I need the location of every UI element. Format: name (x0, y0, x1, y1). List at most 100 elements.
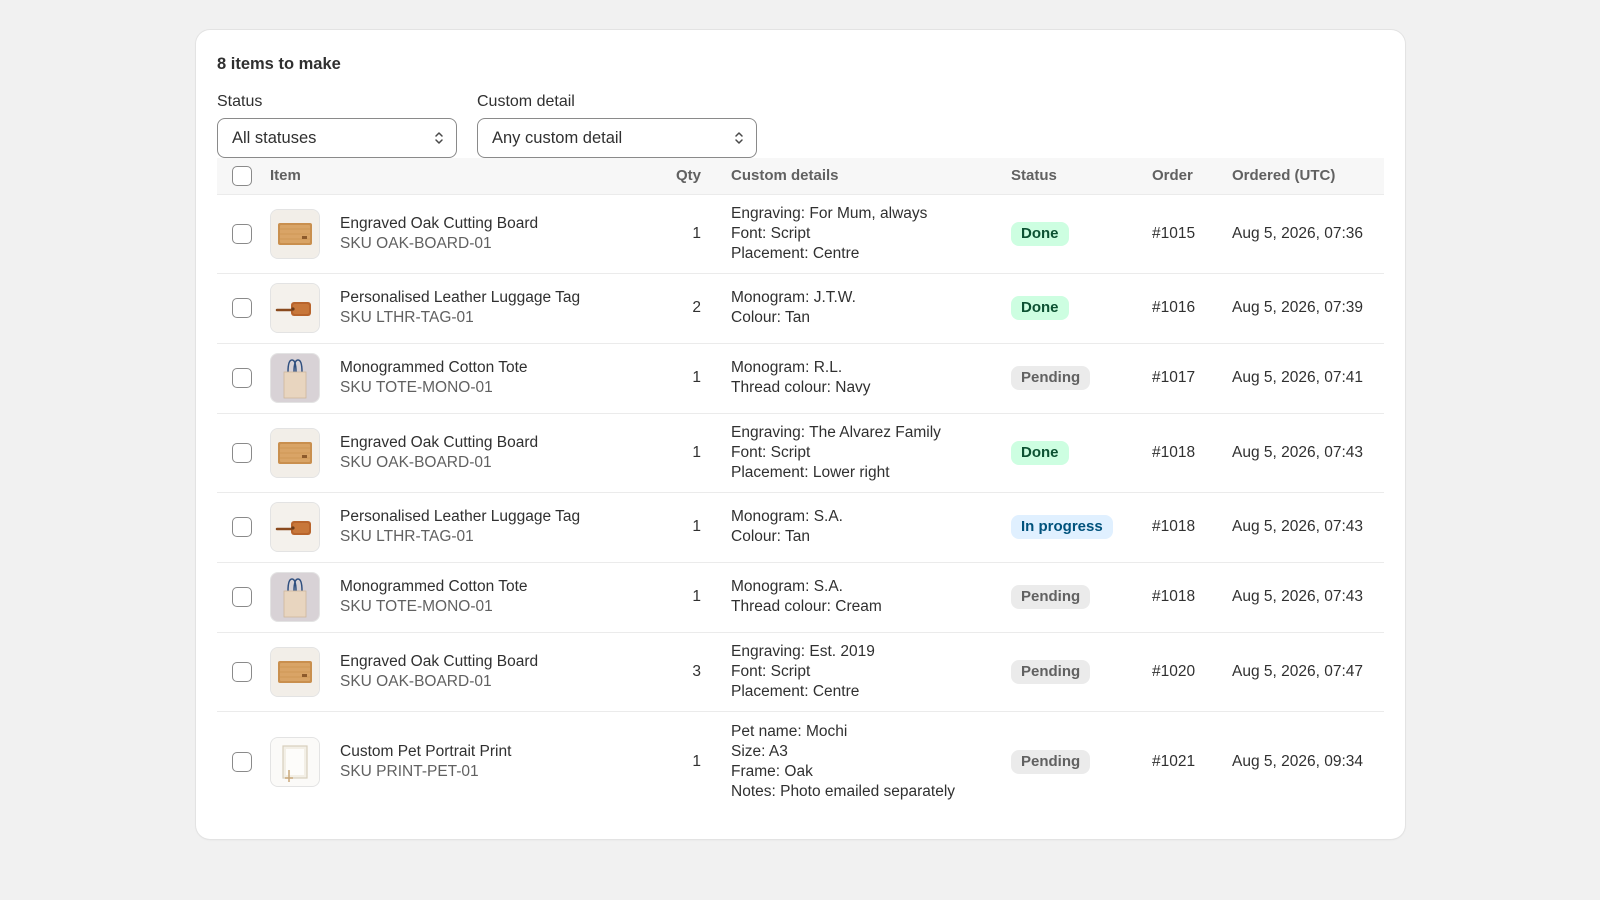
row-checkbox[interactable] (232, 661, 252, 682)
item-sku: SKU LTHR-TAG-01 (340, 528, 474, 545)
item-sku: SKU TOTE-MONO-01 (340, 379, 493, 396)
item-qty: 3 (692, 662, 701, 680)
tote-product-image (271, 573, 319, 621)
custom-detail-select[interactable]: Any custom detail (477, 118, 757, 158)
custom-details: Engraving: For Mum, always Font: Script Pl… (731, 194, 1011, 273)
product-thumbnail (270, 502, 320, 552)
items-table: Item Qty Custom details Status Order Ord… (217, 158, 1384, 813)
status-badge: Done (1011, 221, 1069, 246)
item-qty: 1 (692, 443, 701, 461)
custom-details: Engraving: The Alvarez Family Font: Scrip… (731, 413, 1011, 492)
custom-detail-line: Thread colour: Cream (731, 598, 882, 615)
item-sku: SKU OAK-BOARD-01 (340, 453, 492, 471)
order-number: #1020 (1152, 662, 1196, 680)
row-checkbox[interactable] (232, 442, 252, 463)
custom-detail-line: Monogram: J.T.W. (731, 289, 856, 306)
table-row[interactable]: Monogrammed Cotton Tote SKU TOTE-MONO-01… (217, 343, 1384, 413)
custom-detail-line: Notes: Photo emailed separately (731, 783, 956, 801)
custom-detail-select-value: Any custom detail (492, 129, 623, 147)
ordered-at: Aug 5, 2026, 07:47 (1232, 662, 1364, 680)
order-number: #1017 (1152, 369, 1196, 386)
custom-detail-line: Pet name: Mochi (731, 723, 848, 741)
custom-detail-line: Monogram: S.A. (731, 578, 843, 595)
item-name: Monogrammed Cotton Tote (340, 359, 528, 376)
table-row[interactable]: Engraved Oak Cutting Board SKU OAK-BOARD… (217, 194, 1384, 273)
row-checkbox[interactable] (232, 368, 252, 388)
status-select[interactable]: All statuses (217, 118, 457, 158)
custom-detail-line: Colour: Tan (731, 309, 810, 326)
custom-detail-filter: Custom detail Any custom detail (477, 92, 757, 158)
status-filter: Status All statuses (217, 92, 457, 158)
tag-product-image (271, 503, 319, 551)
ordered-at: Aug 5, 2026, 07:43 (1232, 588, 1364, 605)
item-qty: 2 (692, 299, 701, 316)
table-row[interactable]: Engraved Oak Cutting Board SKU OAK-BOARD… (217, 632, 1384, 711)
board-product-image (271, 428, 319, 477)
product-thumbnail (270, 208, 320, 259)
item-name: Engraved Oak Cutting Board (340, 214, 539, 232)
custom-detail-line: Font: Script (731, 443, 811, 461)
status-badge: Pending (1011, 659, 1091, 684)
column-header-qty[interactable]: Qty (646, 158, 701, 194)
page-title: 8 items to make (217, 55, 341, 73)
custom-detail-line: Font: Script (731, 662, 811, 680)
product-thumbnail (270, 646, 320, 697)
status-badge: Pending (1011, 366, 1091, 390)
order-number: #1018 (1152, 443, 1196, 461)
custom-detail-line: Thread colour: Navy (731, 379, 871, 396)
custom-detail-line: Size: A3 (731, 743, 788, 761)
status-badge: Done (1011, 296, 1069, 320)
tag-product-image (271, 284, 319, 332)
select-chevron-icon (735, 132, 743, 144)
status-badge: In progress (1011, 515, 1113, 539)
custom-detail-line: Monogram: R.L. (731, 359, 843, 376)
item-sku: SKU TOTE-MONO-01 (340, 598, 493, 615)
ordered-at: Aug 5, 2026, 07:41 (1232, 369, 1364, 386)
custom-details: Monogram: J.T.W. Colour: Tan (731, 273, 1011, 343)
board-product-image (271, 647, 319, 696)
table-row[interactable]: Personalised Leather Luggage Tag SKU LTH… (217, 273, 1384, 343)
print-product-image (271, 738, 319, 787)
item-qty: 1 (692, 588, 701, 605)
column-header-ordered[interactable]: Ordered (UTC) (1232, 158, 1384, 194)
select-all-checkbox[interactable] (232, 165, 252, 186)
custom-detail-line: Colour: Tan (731, 528, 810, 545)
row-checkbox[interactable] (232, 587, 252, 607)
custom-details: Monogram: S.A. Thread colour: Cream (731, 562, 1011, 632)
table-body: Engraved Oak Cutting Board SKU OAK-BOARD… (217, 194, 1384, 813)
item-sku: SKU PRINT-PET-01 (340, 763, 479, 781)
item-sku: SKU OAK-BOARD-01 (340, 672, 492, 690)
column-header-item[interactable]: Item (270, 158, 340, 194)
custom-detail-filter-label: Custom detail (477, 93, 575, 110)
table-header: Item Qty Custom details Status Order Ord… (217, 158, 1384, 194)
table-row[interactable]: Engraved Oak Cutting Board SKU OAK-BOARD… (217, 413, 1384, 492)
status-badge: Pending (1011, 585, 1091, 609)
ordered-at: Aug 5, 2026, 09:34 (1232, 753, 1364, 771)
table-row[interactable]: Custom Pet Portrait Print SKU PRINT-PET-… (217, 711, 1384, 813)
item-sku: SKU LTHR-TAG-01 (340, 309, 474, 326)
custom-detail-line: Engraving: The Alvarez Family (731, 423, 941, 441)
custom-detail-line: Placement: Centre (731, 244, 860, 262)
column-header-custom-details[interactable]: Custom details (731, 158, 1011, 194)
row-checkbox[interactable] (232, 223, 252, 244)
custom-detail-line: Engraving: Est. 2019 (731, 642, 875, 660)
product-thumbnail (270, 283, 320, 333)
row-checkbox[interactable] (232, 752, 252, 773)
item-name: Engraved Oak Cutting Board (340, 433, 539, 451)
items-to-make-card: 8 items to make Status All statuses Cust… (196, 30, 1405, 839)
board-product-image (271, 209, 319, 258)
table-row[interactable]: Monogrammed Cotton Tote SKU TOTE-MONO-01… (217, 562, 1384, 632)
row-checkbox[interactable] (232, 298, 252, 318)
table-row[interactable]: Personalised Leather Luggage Tag SKU LTH… (217, 492, 1384, 562)
column-header-status[interactable]: Status (1011, 158, 1152, 194)
status-select-value: All statuses (232, 129, 317, 147)
product-thumbnail (270, 572, 320, 622)
item-qty: 1 (692, 369, 701, 386)
ordered-at: Aug 5, 2026, 07:43 (1232, 518, 1364, 535)
status-badge: Done (1011, 440, 1069, 465)
item-qty: 1 (692, 753, 701, 771)
row-checkbox[interactable] (232, 517, 252, 537)
item-name: Personalised Leather Luggage Tag (340, 508, 581, 525)
order-number: #1016 (1152, 299, 1196, 316)
column-header-order[interactable]: Order (1152, 158, 1232, 194)
